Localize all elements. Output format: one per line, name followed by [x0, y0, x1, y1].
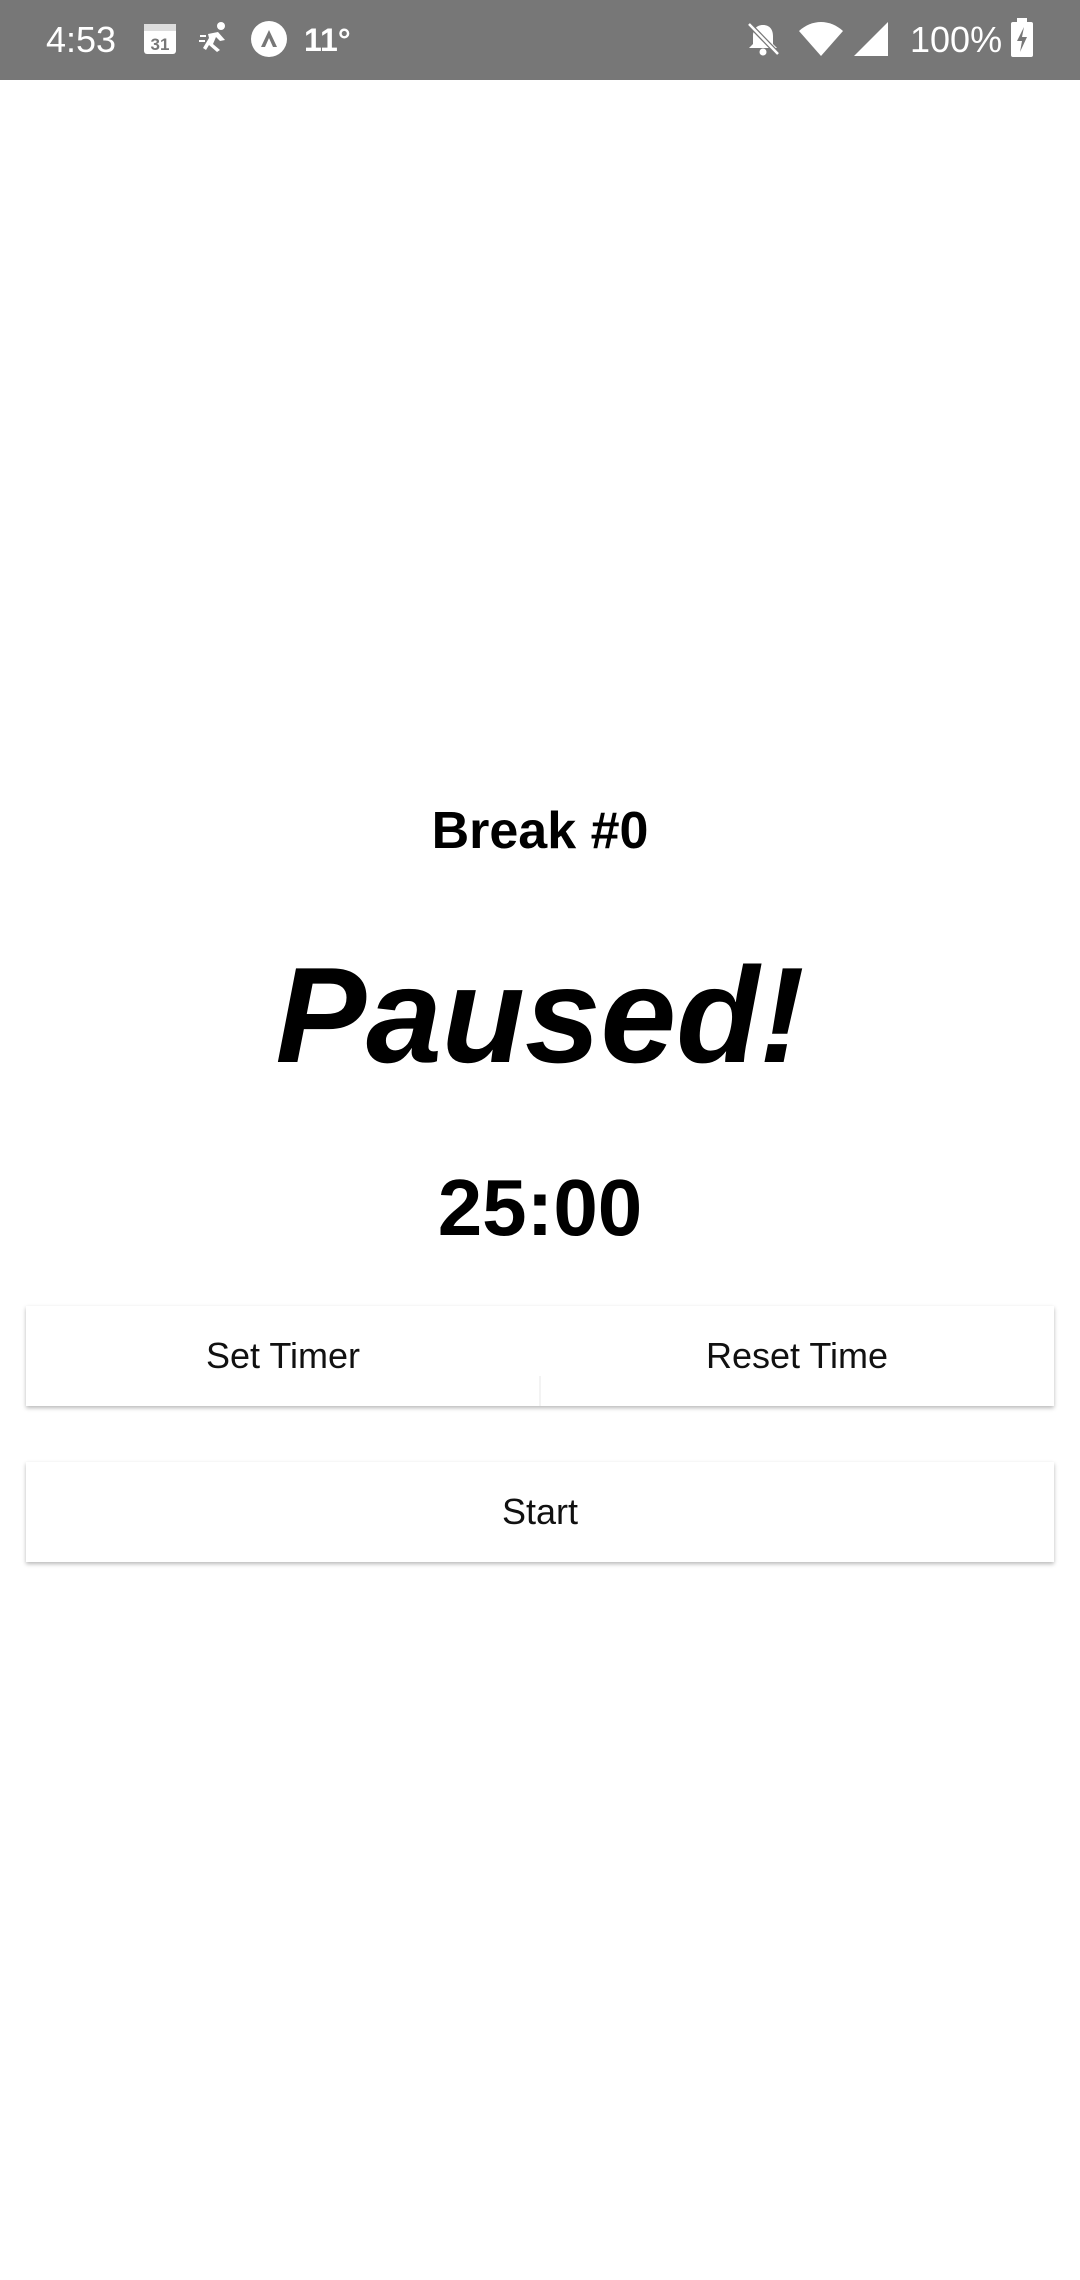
wifi-icon [798, 20, 844, 58]
battery-charging-icon [1010, 18, 1034, 58]
signal-icon [852, 20, 890, 58]
set-timer-button[interactable]: Set Timer [26, 1306, 540, 1406]
battery-percent: 100% [910, 19, 1003, 60]
calendar-icon: 31 [142, 20, 180, 58]
reset-time-button[interactable]: Reset Time [540, 1306, 1054, 1406]
calendar-day: 31 [151, 35, 170, 54]
temperature: 11° [304, 22, 351, 58]
mute-icon [744, 20, 782, 58]
button-divider [539, 1376, 541, 1406]
timer-status: Paused! [275, 939, 805, 1091]
timer-display: 25:00 [437, 1163, 643, 1252]
start-button[interactable]: Start [26, 1462, 1054, 1562]
app-icon [250, 20, 288, 58]
break-title: Break #0 [431, 802, 649, 860]
status-bar: 4:53 31 11° 100% [0, 0, 1080, 80]
timer-controls-row: Set Timer Reset Time [26, 1306, 1054, 1406]
activity-icon [198, 20, 236, 58]
status-time: 4:53 [46, 19, 117, 60]
